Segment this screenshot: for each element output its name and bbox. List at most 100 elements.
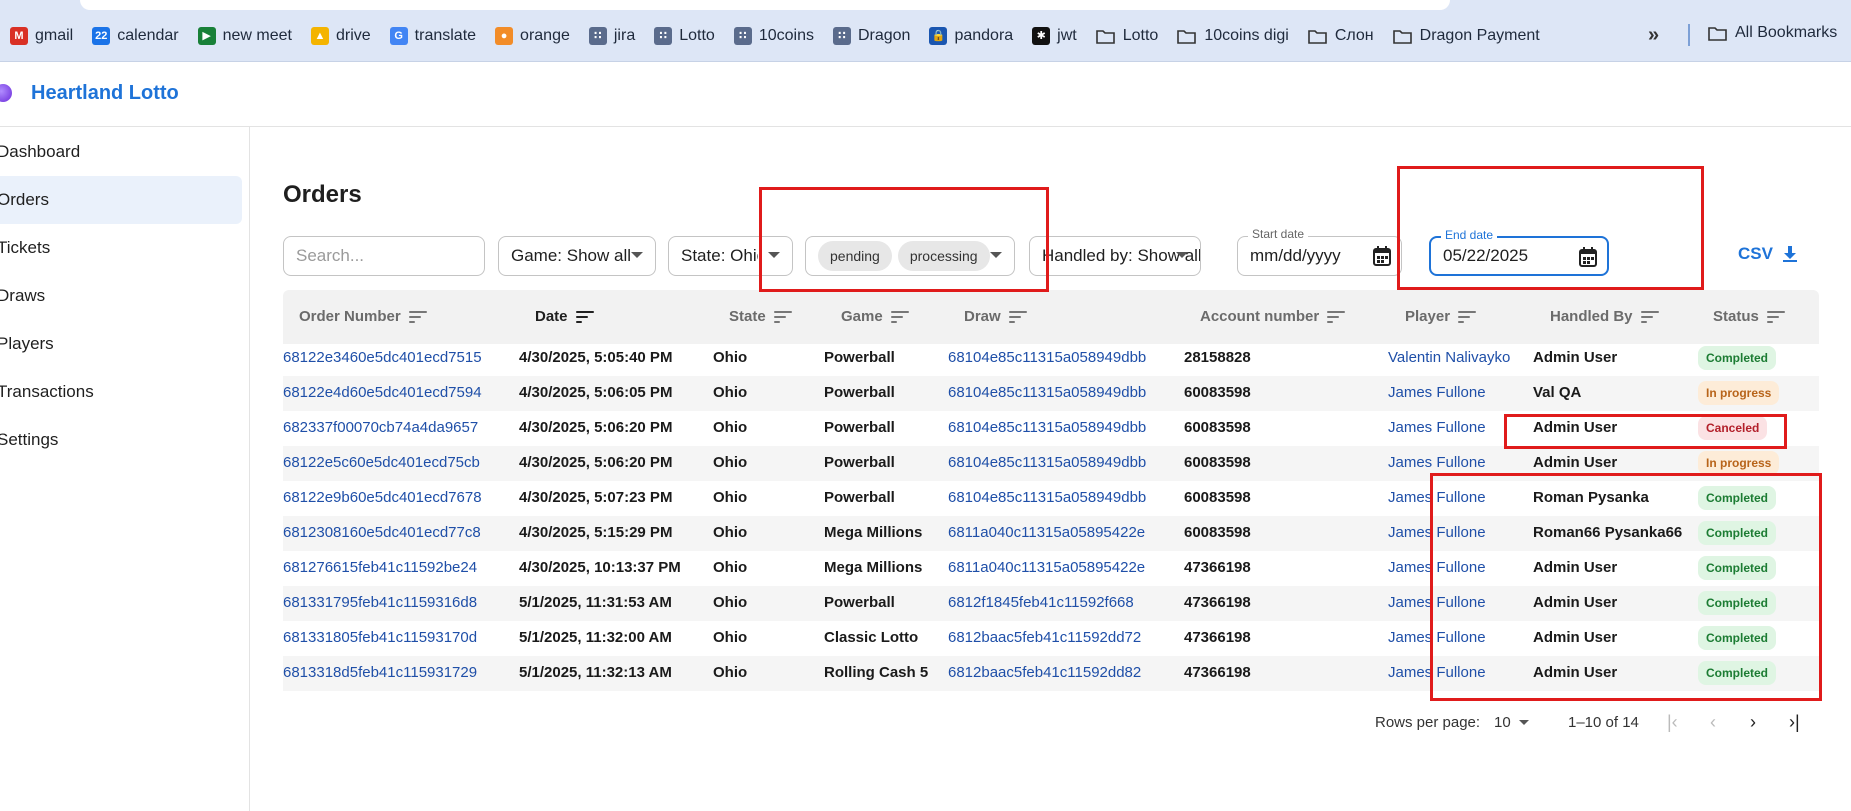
bookmarks-overflow-button[interactable]: » — [1648, 24, 1659, 47]
calendar-icon[interactable] — [1579, 247, 1597, 267]
search-input[interactable]: Search... — [283, 236, 485, 276]
start-date-input[interactable]: Start date mm/dd/yyyy — [1237, 227, 1402, 276]
bookmark-calendar[interactable]: 22 calendar — [92, 24, 189, 48]
game-filter-select[interactable]: Game: Show all — [498, 236, 656, 276]
draw-link[interactable]: 68104e85c11315a058949dbb — [948, 454, 1146, 471]
status-chip-processing[interactable]: processing — [897, 241, 990, 271]
table-row[interactable]: 681331805feb41c11593170d 5/1/2025, 11:32:… — [283, 621, 1819, 656]
sort-icon — [575, 310, 594, 323]
bookmark-label: gmail — [35, 27, 74, 44]
order-number-link[interactable]: 682337f00070cb74a4da9657 — [283, 419, 478, 436]
rows-per-page-select[interactable]: 10 — [1494, 714, 1529, 731]
table-row[interactable]: 68122e9b60e5dc401ecd7678 4/30/2025, 5:07:… — [283, 481, 1819, 516]
chevron-down-icon — [768, 252, 780, 258]
calendar-icon[interactable] — [1373, 246, 1391, 266]
sort-icon — [1008, 310, 1027, 323]
bookmark-drive[interactable]: ▲ drive — [310, 24, 382, 48]
column-header-order-number[interactable]: Order Number — [299, 308, 427, 325]
table-row[interactable]: 682337f00070cb74a4da9657 4/30/2025, 5:06:… — [283, 411, 1819, 446]
order-number-link[interactable]: 6813318d5feb41c115931729 — [283, 664, 477, 681]
column-header-account-number[interactable]: Account number — [1200, 308, 1346, 325]
order-number-link[interactable]: 68122e5c60e5dc401ecd75cb — [283, 454, 480, 471]
app-title[interactable]: Heartland Lotto — [31, 82, 179, 105]
draw-link[interactable]: 68104e85c11315a058949dbb — [948, 349, 1146, 366]
draw-link[interactable]: 6811a040c11315a05895422e — [948, 524, 1145, 541]
sidebar-item-draws[interactable]: Draws — [0, 272, 242, 320]
column-header-status[interactable]: Status — [1713, 308, 1785, 325]
status-filter-select[interactable]: pending processing — [805, 236, 1015, 276]
sidebar-item-orders[interactable]: Orders — [0, 176, 242, 224]
bookmark-folder[interactable]: 10coins digi — [1177, 24, 1300, 48]
bookmark-translate[interactable]: Gtranslate — [389, 24, 487, 48]
table-row[interactable]: 681331795feb41c1159316d8 5/1/2025, 11:31:… — [283, 586, 1819, 621]
player-link[interactable]: James Fullone — [1388, 454, 1486, 471]
order-number-link[interactable]: 68122e3460e5dc401ecd7515 — [283, 349, 482, 366]
sidebar-item-dashboard[interactable]: Dashboard — [0, 128, 242, 176]
player-link[interactable]: James Fullone — [1388, 594, 1486, 611]
player-link[interactable]: Valentin Nalivayko — [1388, 349, 1510, 366]
draw-link[interactable]: 6812baac5feb41c11592dd72 — [948, 629, 1141, 646]
sidebar-item-players[interactable]: Players — [0, 320, 242, 368]
end-date-input[interactable]: End date 05/22/2025 — [1429, 228, 1609, 276]
sidebar-item-tickets[interactable]: Tickets — [0, 224, 242, 272]
bookmark-gmail[interactable]: Mgmail — [10, 24, 84, 48]
column-header-handled-by[interactable]: Handled By — [1550, 308, 1659, 325]
bookmark-jira[interactable]: ∷ jira — [588, 24, 646, 48]
bookmark-10coins[interactable]: ∷ 10coins — [733, 24, 825, 48]
column-header-game[interactable]: Game — [841, 308, 909, 325]
start-date-value: mm/dd/yyyy — [1250, 246, 1341, 265]
handled-by-filter-select[interactable]: Handled by: Show all — [1029, 236, 1201, 276]
state-filter-select[interactable]: State: Ohio — [668, 236, 793, 276]
bookmark-folder[interactable]: Dragon Payment — [1392, 24, 1551, 48]
csv-export-button[interactable]: CSV — [1738, 244, 1797, 264]
bookmark-jwt[interactable]: ✱ jwt — [1032, 24, 1088, 48]
previous-page-icon[interactable]: ‹ — [1710, 712, 1716, 733]
table-row[interactable]: 68122e4d60e5dc401ecd7594 4/30/2025, 5:06:… — [283, 376, 1819, 411]
draw-link[interactable]: 6811a040c11315a05895422e — [948, 559, 1145, 576]
order-number-link[interactable]: 681331795feb41c1159316d8 — [283, 594, 477, 611]
player-link[interactable]: James Fullone — [1388, 384, 1486, 401]
bookmark-dragon[interactable]: ∷ Dragon — [832, 24, 921, 48]
table-row[interactable]: 68122e3460e5dc401ecd7515 4/30/2025, 5:05:… — [283, 341, 1819, 376]
player-link[interactable]: James Fullone — [1388, 629, 1486, 646]
column-header-state[interactable]: State — [729, 308, 792, 325]
bookmark-orange[interactable]: ● orange — [495, 24, 581, 48]
player-link[interactable]: James Fullone — [1388, 419, 1486, 436]
player-link[interactable]: James Fullone — [1388, 524, 1486, 541]
sidebar-item-transactions[interactable]: Transactions — [0, 368, 242, 416]
player-link[interactable]: James Fullone — [1388, 489, 1486, 506]
draw-link[interactable]: 6812f1845feb41c11592f668 — [948, 594, 1134, 611]
bookmark-new-meet[interactable]: ▶ new meet — [197, 24, 303, 48]
last-page-icon[interactable]: ›| — [1789, 712, 1800, 733]
status-chip-pending[interactable]: pending — [818, 241, 892, 271]
column-header-draw[interactable]: Draw — [964, 308, 1027, 325]
table-row[interactable]: 681276615feb41c11592be24 4/30/2025, 10:13… — [283, 551, 1819, 586]
table-row[interactable]: 6813318d5feb41c115931729 5/1/2025, 11:32:… — [283, 656, 1819, 691]
order-number-link[interactable]: 68122e9b60e5dc401ecd7678 — [283, 489, 482, 506]
column-header-date[interactable]: Date — [535, 308, 594, 325]
bookmark-folder[interactable]: Слон — [1308, 24, 1385, 48]
account-number: 47366198 — [1184, 629, 1251, 646]
sidebar-item-settings[interactable]: Settings — [0, 416, 242, 464]
first-page-icon[interactable]: |‹ — [1667, 712, 1678, 733]
player-link[interactable]: James Fullone — [1388, 664, 1486, 681]
order-number-link[interactable]: 681276615feb41c11592be24 — [283, 559, 477, 576]
all-bookmarks-button[interactable]: All Bookmarks — [1708, 24, 1837, 42]
draw-link[interactable]: 6812baac5feb41c11592dd82 — [948, 664, 1141, 681]
column-header-player[interactable]: Player — [1405, 308, 1477, 325]
order-number-link[interactable]: 681331805feb41c11593170d — [283, 629, 477, 646]
bookmark-lotto[interactable]: ∷ Lotto — [654, 24, 726, 48]
table-row[interactable]: 6812308160e5dc401ecd77c8 4/30/2025, 5:15:… — [283, 516, 1819, 551]
draw-link[interactable]: 68104e85c11315a058949dbb — [948, 384, 1146, 401]
draw-link[interactable]: 68104e85c11315a058949dbb — [948, 489, 1146, 506]
draw-link[interactable]: 68104e85c11315a058949dbb — [948, 419, 1146, 436]
order-number-link[interactable]: 6812308160e5dc401ecd77c8 — [283, 524, 481, 541]
table-row[interactable]: 68122e5c60e5dc401ecd75cb 4/30/2025, 5:06:… — [283, 446, 1819, 481]
player-link[interactable]: James Fullone — [1388, 559, 1486, 576]
handled-by: Admin User — [1533, 349, 1618, 366]
order-number-link[interactable]: 68122e4d60e5dc401ecd7594 — [283, 384, 482, 401]
bookmark-folder[interactable]: Lotto — [1095, 24, 1170, 48]
next-page-icon[interactable]: › — [1750, 712, 1756, 733]
address-bar[interactable] — [80, 0, 1450, 10]
bookmark-pandora[interactable]: 🔒 pandora — [929, 24, 1024, 48]
